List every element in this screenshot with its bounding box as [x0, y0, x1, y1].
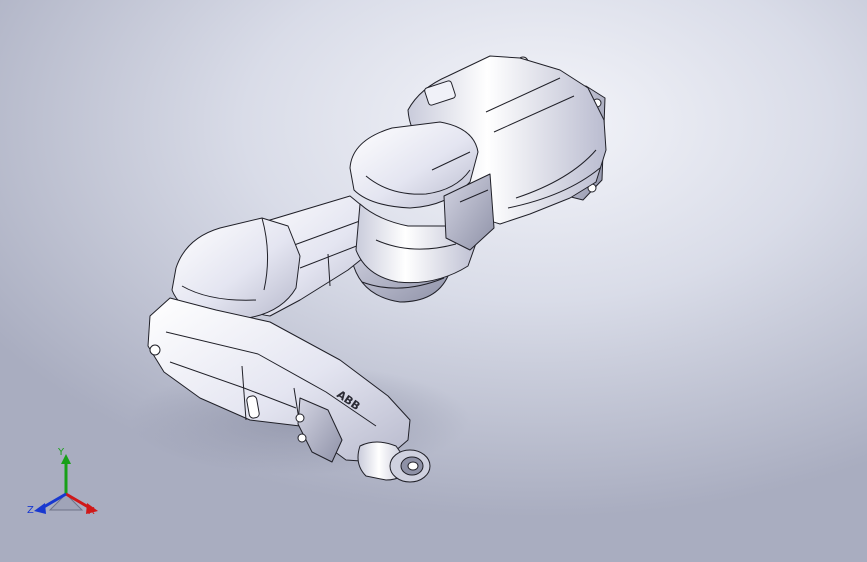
tool-flange-hole: [407, 461, 419, 471]
x-axis-label: X: [88, 506, 95, 517]
wrist-bolt: [297, 433, 307, 443]
coordinate-triad[interactable]: Y X Z: [24, 448, 108, 524]
wrist-bolt: [295, 413, 305, 423]
triad-icon: [34, 454, 98, 514]
z-axis-label: Z: [27, 505, 34, 516]
z-arrow-icon: [34, 503, 46, 514]
elbow-housing: [171, 217, 301, 319]
graphics-viewport[interactable]: ABB Y X Z: [0, 0, 867, 562]
y-axis-label: Y: [58, 447, 65, 458]
forearm-bolt: [149, 344, 161, 356]
robot-arm-model[interactable]: ABB: [0, 0, 867, 562]
